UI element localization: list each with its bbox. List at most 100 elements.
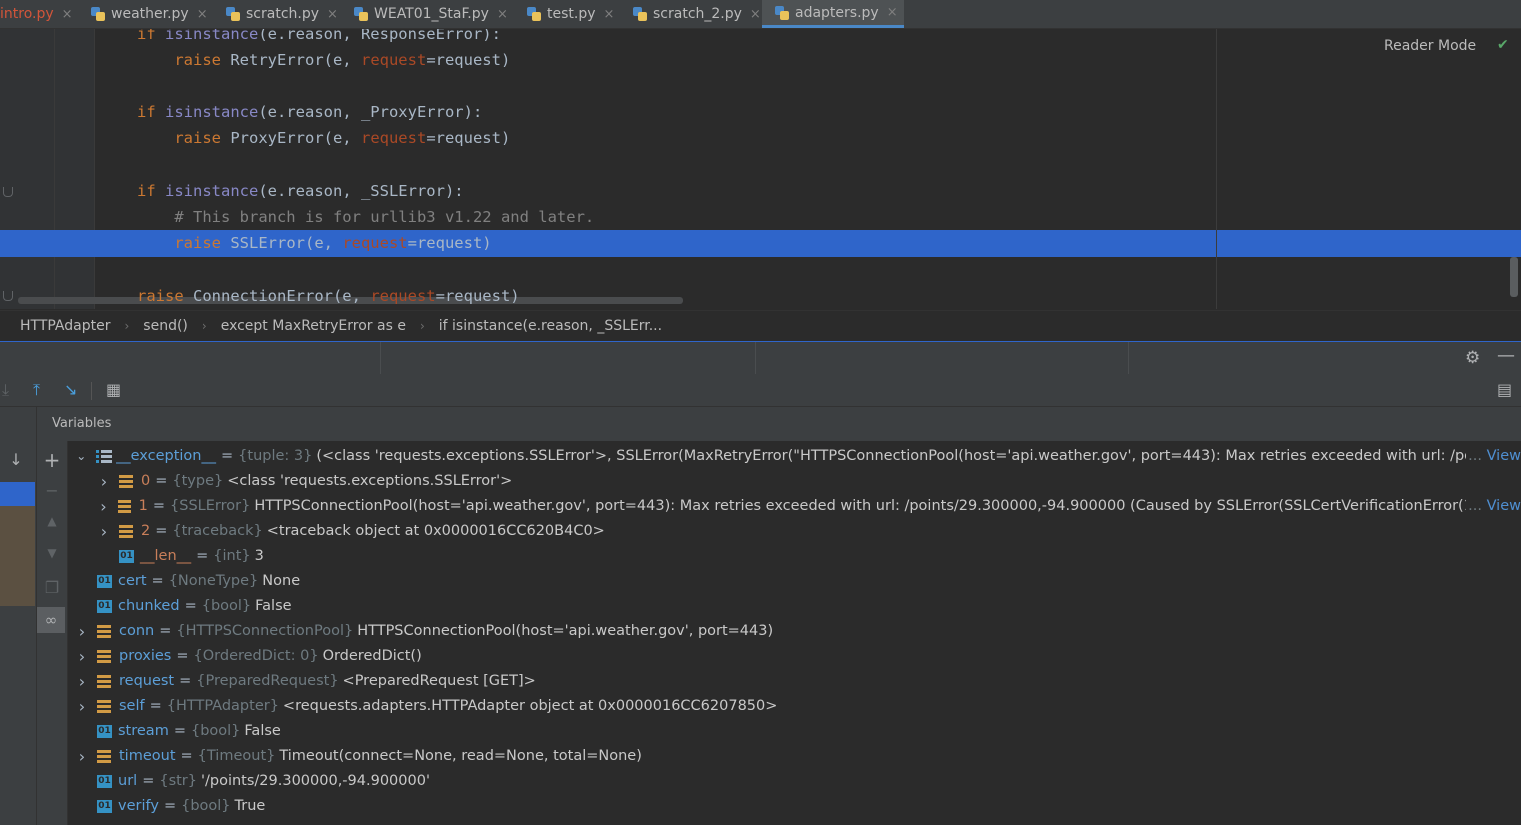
code-token: if [137,103,165,121]
code-token: ConnectionError(e, [193,287,371,305]
variable-row[interactable]: › timeout = {Timeout} Timeout(connect=None, … [75,744,1521,769]
close-icon[interactable]: × [887,5,898,20]
close-icon[interactable]: × [497,7,508,22]
chevron-right-icon[interactable]: › [75,669,89,694]
code-line[interactable]: raise ConnectionError(e, request=request… [137,283,520,309]
code-editor[interactable]: Reader Mode ✔ if isinstance(e.reason, Re… [0,29,1521,309]
fold-marker-icon[interactable] [3,291,13,301]
view-link[interactable]: ... View [1466,444,1521,469]
variable-value: Timeout(connect=None, read=None, total=N… [279,748,642,764]
chevron-right-icon: › [419,319,425,333]
equals-sign: = [180,748,193,764]
variable-row[interactable]: 01 chunked = {bool} False [75,594,1521,619]
equals-sign: = [173,723,186,739]
variable-row[interactable]: › proxies = {OrderedDict: 0} OrderedDict() [75,644,1521,669]
code-token: request [360,51,427,69]
close-icon[interactable]: × [62,7,73,22]
equals-sign: = [155,473,168,489]
tab-weat01-staf[interactable]: WEAT01_StaF.py × [353,0,508,28]
equals-sign: = [163,798,177,814]
evaluate-expression-icon[interactable]: ▦ [106,380,121,400]
code-line[interactable]: raise ProxyError(e, request=request) [137,125,510,151]
code-line[interactable]: if isinstance(e.reason, ResponseError): [137,29,501,47]
tab-label: scratch.py [246,6,320,22]
selected-frame[interactable] [0,482,35,506]
code-line[interactable]: # This branch is for urllib3 v1.22 and l… [137,204,594,230]
tab-weather[interactable]: weather.py × [90,0,208,28]
chevron-right-icon[interactable]: › [75,694,89,719]
variable-row[interactable]: 01 __len__ = {int} 3 [97,544,1521,569]
variable-row[interactable]: 01 url = {str} '/points/29.300000,-94.900000… [75,769,1521,794]
fold-marker-icon[interactable] [3,187,13,197]
object-icon [119,525,133,538]
primitive-icon: 01 [97,775,112,788]
variable-row[interactable]: › request = {PreparedRequest} <PreparedReque… [75,669,1521,694]
variable-value: HTTPSConnectionPool(host='api.weather.go… [254,498,1521,514]
chevron-right-icon[interactable]: › [97,469,111,494]
view-link[interactable]: ... View [1466,494,1521,519]
editor-gutter[interactable] [0,29,95,309]
layout-options-icon[interactable]: ▤ [1497,380,1512,400]
chevron-right-icon[interactable]: › [75,744,89,769]
variable-name: cert [118,573,147,589]
move-up-icon[interactable]: ▲ [37,514,67,528]
variable-row[interactable]: › 2 = {traceback} <traceback object at 0x000… [97,519,1521,544]
tab-scratch-2[interactable]: scratch_2.py × [632,0,761,28]
variable-row[interactable]: › 1 = {SSLError} HTTPSConnectionPool(host='a… [97,494,1521,519]
code-token: =request) [426,51,511,69]
variable-value: '/points/29.300000,-94.900000' [201,773,430,789]
variable-row[interactable]: › self = {HTTPAdapter} <requests.adapters.HT… [75,694,1521,719]
variable-row[interactable]: 01 stream = {bool} False [75,719,1521,744]
code-line[interactable]: raise SSLError(e, request=request) [137,230,491,256]
ellipsis: ... [1468,448,1487,464]
remove-watch-icon[interactable]: − [37,481,67,500]
variable-value: False [255,598,292,614]
run-to-cursor-icon[interactable]: ↘ [64,380,77,400]
chevron-right-icon[interactable]: › [75,619,89,644]
close-icon[interactable]: × [327,7,338,22]
code-line[interactable]: if isinstance(e.reason, _SSLError): [137,178,464,204]
tab-adapters[interactable]: adapters.py × [762,0,904,28]
variable-row[interactable]: › 0 = {type} <class 'requests.exceptions.SSL… [97,469,1521,494]
frame-list[interactable] [0,506,35,606]
variable-row[interactable]: ⌄ __exception__ = {tuple: 3} (<class 'reques… [75,444,1521,469]
reader-mode-button[interactable]: Reader Mode [1384,38,1476,54]
copy-icon[interactable]: ❐ [37,578,67,597]
variable-row[interactable]: › conn = {HTTPSConnectionPool} HTTPSConnecti… [75,619,1521,644]
tab-test[interactable]: test.py × [526,0,614,28]
gear-icon[interactable]: ⚙ [1465,348,1480,368]
breadcrumb-item-class[interactable]: HTTPAdapter [20,318,110,334]
vertical-scrollbar[interactable] [1510,257,1518,297]
step-out-icon[interactable]: ⤒ [33,380,40,400]
tab-label: weather.py [111,6,189,22]
equals-sign: = [159,623,172,639]
code-token: (e.reason, _ProxyError): [258,103,483,121]
code-line[interactable]: if isinstance(e.reason, _ProxyError): [137,99,482,125]
add-watch-icon[interactable]: + [37,448,67,472]
variable-row[interactable]: 01 verify = {bool} True [75,794,1521,819]
tab-scratch[interactable]: scratch.py × [225,0,338,28]
close-icon[interactable]: × [197,7,208,22]
tab-intro[interactable]: intro.py × [0,0,73,28]
move-down-icon[interactable]: ▼ [37,546,67,560]
chevron-right-icon[interactable]: › [97,494,110,519]
chevron-right-icon: › [124,319,130,333]
variable-name: verify [118,798,159,814]
chevron-down-icon[interactable]: ⌄ [75,444,88,469]
variable-row[interactable]: 01 cert = {NoneType} None [75,569,1521,594]
step-into-disabled-icon[interactable]: ⤓ [2,380,9,400]
close-icon[interactable]: × [604,7,615,22]
chevron-right-icon[interactable]: › [75,644,89,669]
breadcrumb-item-method[interactable]: send() [143,318,188,334]
minimize-icon[interactable]: — [1497,345,1515,366]
breadcrumb-item-if[interactable]: if isinstance(e.reason, _SSLErr... [439,318,662,334]
object-icon [97,750,111,763]
breadcrumb-item-except[interactable]: except MaxRetryError as e [221,318,406,334]
chevron-right-icon[interactable]: › [97,519,111,544]
equals-sign: = [176,648,189,664]
glasses-icon[interactable]: ∞ [37,607,65,633]
variable-type: {bool} [181,798,231,814]
arrow-down-icon[interactable]: ↓ [1,450,31,469]
close-icon[interactable]: × [750,7,761,22]
code-line[interactable]: raise RetryError(e, request=request) [137,47,510,73]
